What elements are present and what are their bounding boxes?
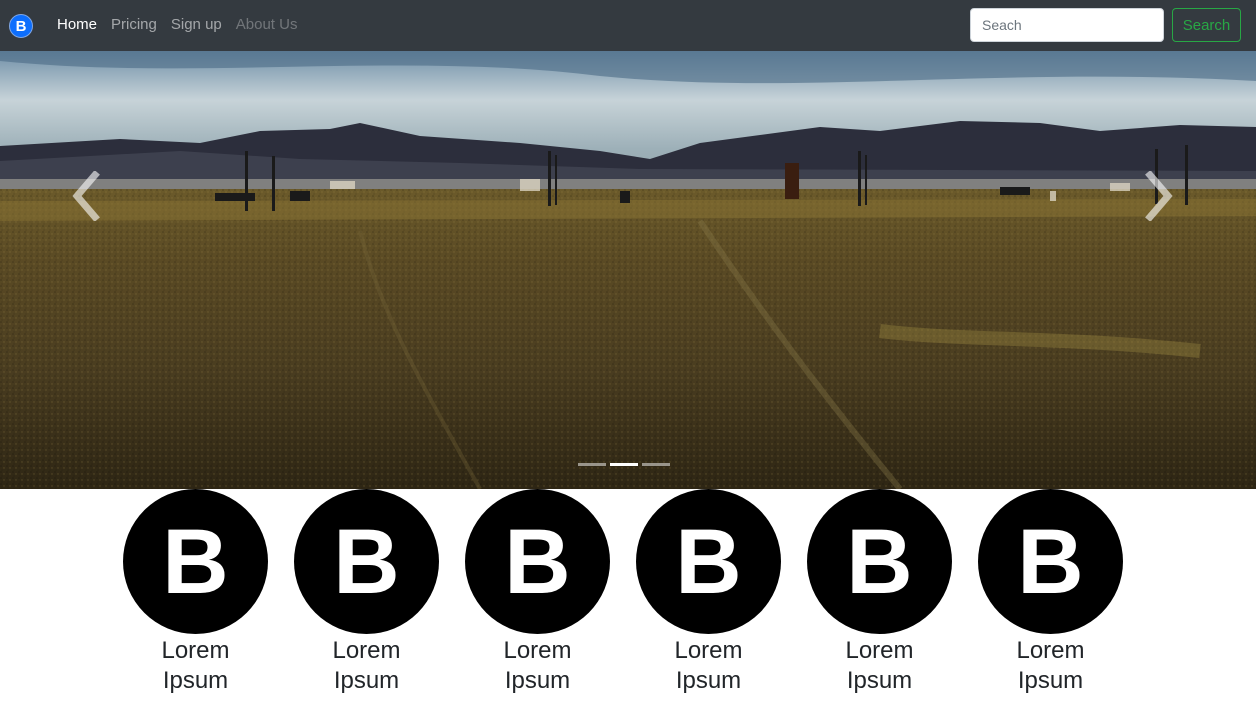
logo-letter: B [846,510,913,613]
nav-link-home[interactable]: Home [57,16,97,33]
feature-title: Lorem Ipsum [674,637,743,694]
feature-card: B Lorem Ipsum [623,489,794,707]
carousel-indicator-2[interactable] [610,463,638,466]
bootstrap-logo-icon: B [465,489,610,634]
carousel-indicator-1[interactable] [578,463,606,466]
carousel-next-control[interactable] [1139,166,1179,226]
nav-links: Home Pricing Sign up About Us [57,16,311,33]
nav-link-pricing[interactable]: Pricing [111,16,157,33]
chevron-left-icon [72,171,100,221]
feature-title: Lorem Ipsum [1016,637,1085,694]
search-button[interactable]: Search [1172,8,1241,42]
logo-letter: B [504,510,571,613]
logo-letter: B [675,510,742,613]
bootstrap-logo-icon: B [978,489,1123,634]
features-row: B Lorem Ipsum B Lorem Ipsum B Lorem Ipsu… [110,489,1140,707]
logo-letter: B [333,510,400,613]
logo-letter: B [162,510,229,613]
bootstrap-logo-icon: B [123,489,268,634]
feature-card: B Lorem Ipsum [110,489,281,707]
feature-card: B Lorem Ipsum [452,489,623,707]
brand-logo[interactable]: B [9,14,33,38]
nav-link-about-us: About Us [235,16,298,33]
carousel [0,51,1256,489]
brand-letter: B [15,17,27,35]
bootstrap-logo-icon: B [294,489,439,634]
feature-card: B Lorem Ipsum [794,489,965,707]
logo-letter: B [1017,510,1084,613]
carousel-indicators [578,463,670,466]
nav-link-sign-up[interactable]: Sign up [171,16,222,33]
feature-title: Lorem Ipsum [332,637,401,694]
feature-card: B Lorem Ipsum [281,489,452,707]
carousel-slide-image [0,51,1256,489]
feature-title: Lorem Ipsum [845,637,914,694]
search-input[interactable] [970,8,1164,42]
feature-card: B Lorem Ipsum [965,489,1136,707]
carousel-prev-control[interactable] [66,166,106,226]
feature-title: Lorem Ipsum [503,637,572,694]
chevron-right-icon [1145,171,1173,221]
navbar: B Home Pricing Sign up About Us Search [0,0,1256,51]
bootstrap-logo-icon: B [636,489,781,634]
carousel-indicator-3[interactable] [642,463,670,466]
feature-title: Lorem Ipsum [161,637,230,694]
bootstrap-logo-icon: B [807,489,952,634]
